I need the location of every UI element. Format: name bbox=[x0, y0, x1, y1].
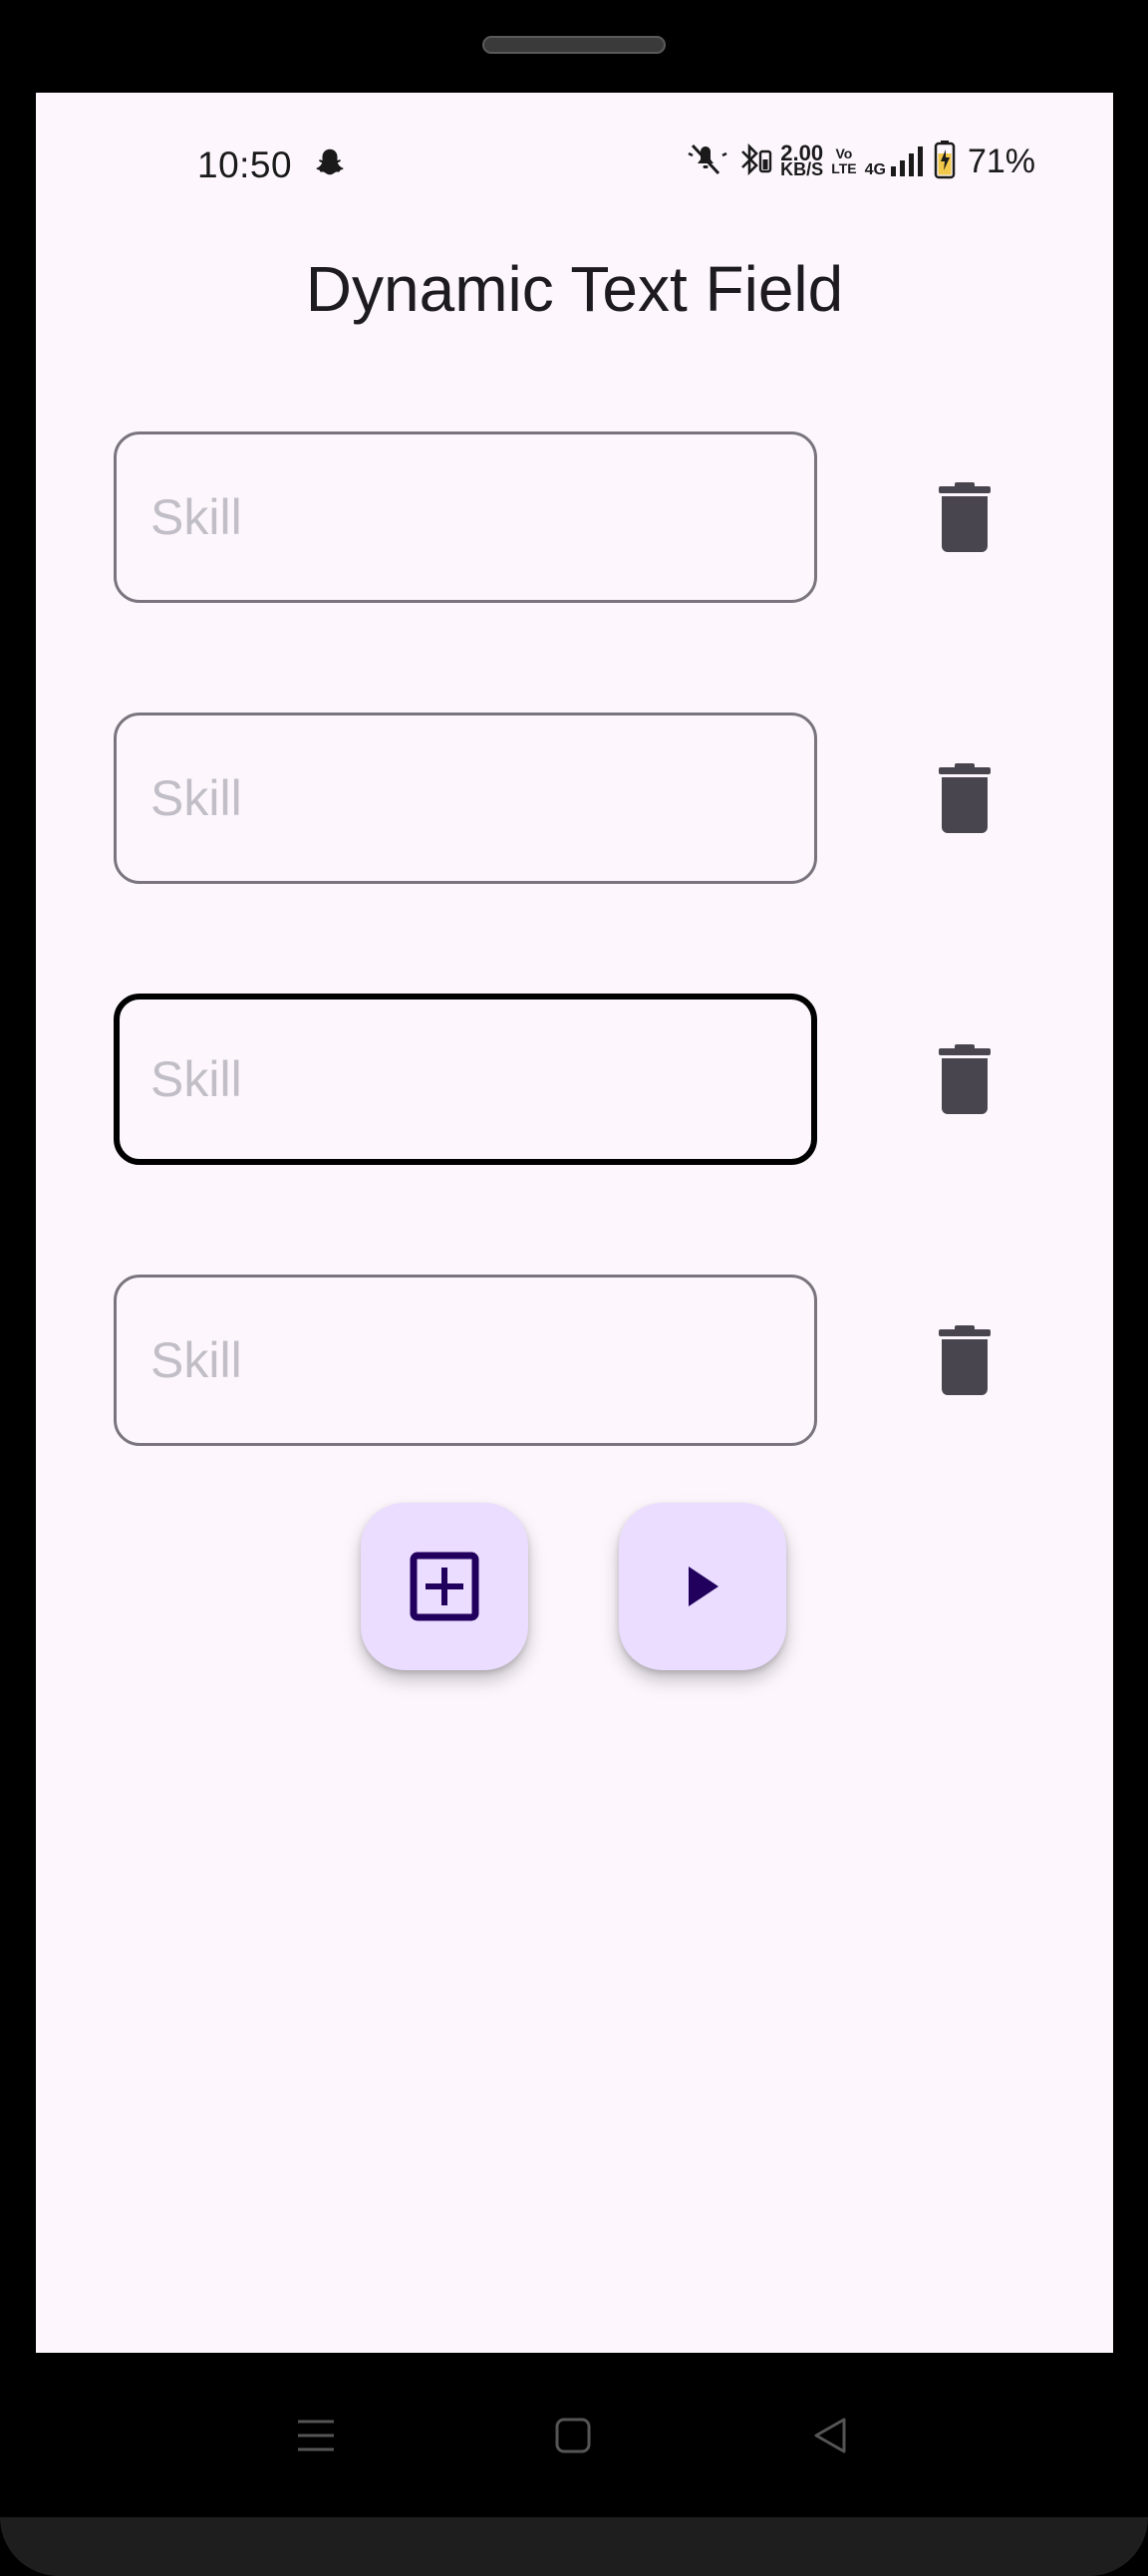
delete-button-4[interactable] bbox=[925, 1320, 1004, 1400]
skill-row-4 bbox=[114, 1275, 1070, 1446]
volte-bottom: LTE bbox=[831, 160, 857, 176]
mute-icon bbox=[687, 142, 730, 182]
network-speed-unit: KB/S bbox=[780, 159, 824, 179]
skill-input-1[interactable] bbox=[150, 434, 778, 600]
status-bar: 10:50 2.00 KB/S Vo LTE 4G 71% bbox=[36, 93, 1113, 185]
run-button[interactable] bbox=[619, 1503, 786, 1670]
skill-input-4[interactable] bbox=[150, 1278, 778, 1443]
bottom-bezel bbox=[0, 2517, 1148, 2576]
network-type: 4G bbox=[864, 161, 886, 178]
skill-field-4[interactable] bbox=[114, 1275, 817, 1446]
volte-top: Vo bbox=[835, 145, 853, 161]
add-box-icon bbox=[410, 1552, 479, 1621]
skill-row-3 bbox=[114, 994, 1070, 1165]
skill-row-2 bbox=[114, 713, 1070, 884]
earpiece-speaker bbox=[482, 36, 666, 54]
volte-indicator: Vo LTE bbox=[831, 146, 856, 176]
trash-icon bbox=[939, 1325, 991, 1395]
trash-icon bbox=[939, 763, 991, 833]
trash-icon bbox=[939, 1044, 991, 1114]
delete-button-1[interactable] bbox=[925, 477, 1004, 557]
battery-percent: 71% bbox=[967, 142, 1035, 180]
home-icon[interactable] bbox=[538, 2401, 608, 2470]
add-field-button[interactable] bbox=[361, 1503, 528, 1670]
skill-input-2[interactable] bbox=[150, 716, 778, 881]
delete-button-2[interactable] bbox=[925, 758, 1004, 838]
snapchat-icon bbox=[312, 145, 348, 181]
signal-icon: 4G bbox=[865, 144, 926, 178]
phone-frame: 10:50 2.00 KB/S Vo LTE 4G 71% Dynamic Te… bbox=[0, 0, 1148, 2576]
status-time: 10:50 bbox=[197, 144, 293, 185]
trash-icon bbox=[939, 482, 991, 552]
skill-row-1 bbox=[114, 431, 1070, 603]
back-icon[interactable] bbox=[795, 2401, 865, 2470]
menu-icon[interactable] bbox=[281, 2401, 351, 2470]
skill-input-3[interactable] bbox=[150, 1000, 778, 1159]
skill-field-1[interactable] bbox=[114, 431, 817, 603]
skill-field-2[interactable] bbox=[114, 713, 817, 884]
play-icon bbox=[689, 1567, 718, 1606]
bluetooth-battery-icon bbox=[738, 142, 772, 182]
app-screen: 10:50 2.00 KB/S Vo LTE 4G 71% Dynamic Te… bbox=[36, 93, 1113, 2353]
delete-button-3[interactable] bbox=[925, 1039, 1004, 1119]
status-icons: 2.00 KB/S Vo LTE 4G 71% bbox=[687, 139, 1035, 184]
page-title: Dynamic Text Field bbox=[305, 253, 844, 325]
network-speed: 2.00 KB/S bbox=[780, 143, 824, 179]
skill-field-3[interactable] bbox=[114, 994, 817, 1165]
battery-charging-icon bbox=[934, 140, 956, 184]
system-nav-bar bbox=[0, 2353, 1148, 2512]
